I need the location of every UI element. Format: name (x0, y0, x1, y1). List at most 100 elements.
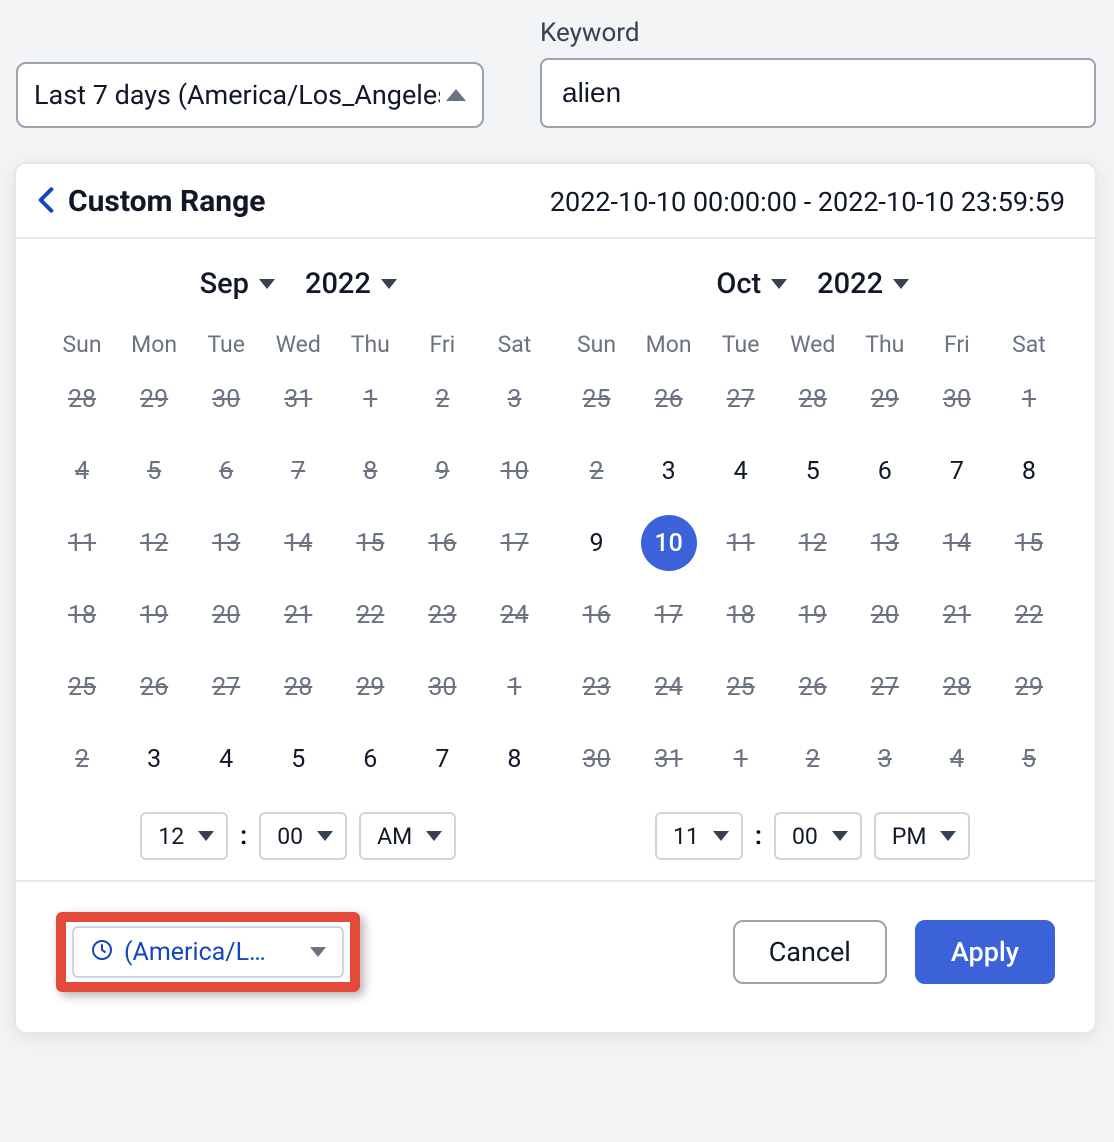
daterange-select-text: Last 7 days (America/Los_Angeles (34, 79, 440, 111)
calendar-day[interactable]: 8 (478, 736, 550, 782)
calendar-day[interactable]: 4 (705, 448, 777, 494)
calendar-day: 25 (561, 376, 633, 422)
calendar-day[interactable]: 5 (777, 448, 849, 494)
calendar-day: 22 (993, 592, 1065, 638)
month-select-right[interactable]: Oct (716, 267, 787, 301)
weekday-header: Wed (262, 331, 334, 358)
calendar-day[interactable]: 7 (921, 448, 993, 494)
weekday-header: Thu (334, 331, 406, 358)
weekday-header: Sat (993, 331, 1065, 358)
calendar-day: 26 (118, 664, 190, 710)
calendar-day: 19 (118, 592, 190, 638)
calendar-day: 2 (777, 736, 849, 782)
end-minute-select[interactable]: 00 (774, 812, 862, 860)
calendar-day: 4 (921, 736, 993, 782)
calendar-day: 16 (406, 520, 478, 566)
month-select-left-text: Sep (200, 267, 249, 301)
weekday-header: Tue (705, 331, 777, 358)
calendar-day[interactable]: 6 (334, 736, 406, 782)
calendar-day[interactable]: 6 (849, 448, 921, 494)
start-hour-select[interactable]: 12 (140, 812, 228, 860)
cancel-button[interactable]: Cancel (733, 920, 887, 984)
weekday-header: Sun (561, 331, 633, 358)
chevron-down-icon (426, 831, 442, 841)
year-select-left[interactable]: 2022 (305, 267, 397, 301)
calendar-day: 25 (705, 664, 777, 710)
calendar-day: 17 (633, 592, 705, 638)
daterange-popup: Custom Range 2022-10-10 00:00:00 - 2022-… (14, 162, 1097, 1034)
calendar-day: 21 (262, 592, 334, 638)
weekday-header: Sat (478, 331, 550, 358)
calendar-day: 3 (849, 736, 921, 782)
time-separator: : (755, 821, 762, 851)
end-ampm-text: PM (892, 823, 927, 850)
start-minute-select[interactable]: 00 (259, 812, 347, 860)
timezone-select[interactable]: (America/L… (72, 926, 344, 978)
calendar-day: 20 (190, 592, 262, 638)
daterange-select[interactable]: Last 7 days (America/Los_Angeles (16, 62, 484, 128)
calendar-day: 6 (190, 448, 262, 494)
calendar-day: 29 (849, 376, 921, 422)
calendar-day: 31 (633, 736, 705, 782)
selected-range-text: 2022-10-10 00:00:00 - 2022-10-10 23:59:5… (550, 186, 1065, 218)
calendar-day: 15 (334, 520, 406, 566)
calendar-day: 24 (633, 664, 705, 710)
calendar-day: 20 (849, 592, 921, 638)
calendar-day: 30 (406, 664, 478, 710)
calendar-day: 19 (777, 592, 849, 638)
chevron-down-icon (381, 279, 397, 289)
weekday-header: Wed (777, 331, 849, 358)
year-select-right-text: 2022 (817, 267, 883, 301)
calendar-day: 30 (561, 736, 633, 782)
calendar-day: 2 (46, 736, 118, 782)
weekday-header: Thu (849, 331, 921, 358)
start-ampm-select[interactable]: AM (359, 812, 456, 860)
calendar-day[interactable]: 9 (561, 520, 633, 566)
calendar-day[interactable]: 5 (262, 736, 334, 782)
start-ampm-text: AM (377, 823, 412, 850)
weekday-header: Fri (921, 331, 993, 358)
calendar-day[interactable]: 3 (118, 736, 190, 782)
calendar-day: 13 (849, 520, 921, 566)
calendar-day: 23 (561, 664, 633, 710)
calendar-day: 30 (190, 376, 262, 422)
end-minute-text: 00 (792, 823, 818, 850)
start-hour-text: 12 (158, 823, 184, 850)
cancel-button-label: Cancel (769, 936, 851, 968)
calendar-day[interactable]: 8 (993, 448, 1065, 494)
caret-down-icon (310, 947, 326, 957)
time-separator: : (240, 821, 247, 851)
calendar-day: 25 (46, 664, 118, 710)
end-ampm-select[interactable]: PM (874, 812, 971, 860)
calendar-day: 23 (406, 592, 478, 638)
calendar-day[interactable]: 4 (190, 736, 262, 782)
weekday-header: Mon (118, 331, 190, 358)
weekday-header: Mon (633, 331, 705, 358)
calendar-day: 28 (921, 664, 993, 710)
calendar-day: 14 (921, 520, 993, 566)
month-select-left[interactable]: Sep (200, 267, 275, 301)
chevron-down-icon (259, 279, 275, 289)
calendar-day[interactable]: 3 (633, 448, 705, 494)
end-hour-text: 11 (673, 823, 699, 850)
calendar-day: 28 (46, 376, 118, 422)
calendar-day: 2 (406, 376, 478, 422)
chevron-down-icon (317, 831, 333, 841)
calendar-day: 2 (561, 448, 633, 494)
calendar-day: 16 (561, 592, 633, 638)
calendar-day: 4 (46, 448, 118, 494)
chevron-down-icon (893, 279, 909, 289)
calendar-day[interactable]: 10 (641, 515, 697, 571)
calendar-day: 7 (262, 448, 334, 494)
back-icon[interactable] (38, 186, 54, 218)
keyword-input[interactable] (540, 58, 1096, 128)
apply-button[interactable]: Apply (915, 920, 1055, 984)
calendar-day: 12 (777, 520, 849, 566)
chevron-down-icon (771, 279, 787, 289)
end-hour-select[interactable]: 11 (655, 812, 743, 860)
calendar-day[interactable]: 7 (406, 736, 478, 782)
calendar-day: 1 (478, 664, 550, 710)
calendar-day: 17 (478, 520, 550, 566)
year-select-right[interactable]: 2022 (817, 267, 909, 301)
calendar-day: 1 (705, 736, 777, 782)
